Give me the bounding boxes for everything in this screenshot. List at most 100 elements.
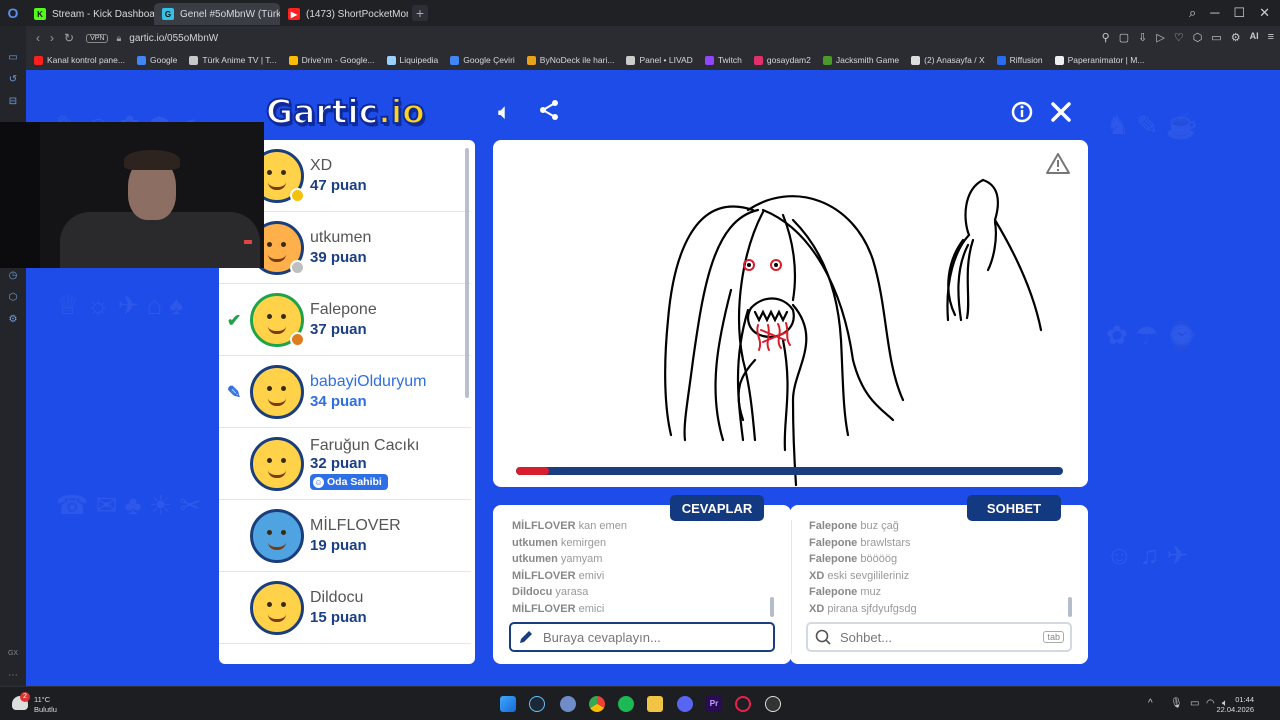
weather-widget[interactable]: 11°C Bulutlu bbox=[34, 695, 57, 715]
bookmark-item[interactable]: Google bbox=[136, 55, 177, 65]
speaker-icon[interactable]: 🔈︎ bbox=[498, 99, 511, 125]
bag-icon[interactable]: ⊟ bbox=[7, 96, 19, 108]
bookmark-item[interactable]: Google Çeviri bbox=[450, 55, 515, 65]
wallet-icon[interactable]: ▭ bbox=[1211, 31, 1221, 44]
url-field[interactable]: gartic.io/055oMbnW bbox=[129, 33, 218, 44]
extensions-icon[interactable]: ⬡ bbox=[1193, 31, 1203, 44]
drawing-canvas[interactable] bbox=[493, 140, 1088, 487]
tab-kick[interactable]: K Stream - Kick Dashboard bbox=[26, 3, 154, 25]
bookmark-item[interactable]: Drive'ım - Google... bbox=[288, 55, 375, 65]
bookmark-item[interactable]: Twitch bbox=[704, 55, 742, 65]
chat-input[interactable]: Sohbet... tab bbox=[806, 622, 1072, 652]
screen: O K Stream - Kick Dashboard G Genel #5oM… bbox=[0, 0, 1280, 720]
bookmark-item[interactable]: Liquipedia bbox=[386, 55, 438, 65]
chrome-icon[interactable] bbox=[589, 696, 605, 712]
avatar-eyes bbox=[267, 602, 272, 607]
vpn-badge[interactable]: VPN bbox=[86, 33, 109, 43]
clock-icon[interactable]: ◷ bbox=[7, 270, 19, 282]
menu-icon[interactable]: ≡ bbox=[1268, 31, 1274, 44]
message-text: buz çağ bbox=[860, 520, 899, 532]
avatar bbox=[250, 365, 304, 419]
window-controls: ⌕ ─ ☐ ✕ bbox=[1189, 5, 1270, 21]
avatar-mouth bbox=[268, 326, 286, 334]
room-owner-label: Oda Sahibi bbox=[327, 476, 382, 488]
history-icon[interactable]: ↺ bbox=[7, 74, 19, 86]
chat-title: SOHBET bbox=[967, 495, 1061, 521]
tab-youtube[interactable]: ▶ (1473) ShortPocketMonste bbox=[280, 3, 408, 25]
spotify-icon[interactable] bbox=[618, 696, 634, 712]
maximize-icon[interactable]: ☐ bbox=[1233, 5, 1245, 21]
answers-scrollbar[interactable] bbox=[770, 597, 774, 617]
obs-icon[interactable] bbox=[765, 696, 781, 712]
player-row[interactable]: Dildocu 15 puan bbox=[219, 572, 471, 644]
player-row[interactable]: ✔ Falepone 37 puan bbox=[219, 284, 471, 356]
aria-ai-icon[interactable]: AI bbox=[1250, 31, 1259, 44]
bookmark-item[interactable]: Kanal kontrol pane... bbox=[34, 55, 125, 65]
clock[interactable]: 01:44 22.04.2026 bbox=[1216, 695, 1254, 715]
settings-icon[interactable]: ⚙ bbox=[7, 314, 19, 326]
avatar-eyes bbox=[267, 242, 272, 247]
avatar-mouth bbox=[268, 254, 286, 262]
chat-scrollbar[interactable] bbox=[1068, 597, 1072, 617]
heart-icon[interactable]: ♡ bbox=[1174, 31, 1184, 44]
workspace-icon[interactable]: ▭ bbox=[7, 52, 19, 64]
window-close-icon[interactable]: ✕ bbox=[1259, 5, 1270, 21]
report-icon[interactable] bbox=[1046, 153, 1070, 174]
clock-date: 22.04.2026 bbox=[1216, 705, 1254, 714]
bookmark-item[interactable]: ByNoDeck ile hari... bbox=[526, 55, 614, 65]
bookmark-favicon-icon bbox=[911, 55, 921, 65]
reload-icon[interactable]: ↻ bbox=[64, 31, 74, 45]
bookmark-item[interactable]: Panel • LIVAD bbox=[626, 55, 693, 65]
forward-icon[interactable]: › bbox=[50, 31, 54, 45]
bookmarks-bar: Kanal kontrol pane... Google Türk Anime TV… bbox=[26, 50, 1280, 70]
more-icon[interactable]: ⋯ bbox=[7, 670, 19, 682]
bookmark-item[interactable]: gosaydam2 bbox=[753, 55, 811, 65]
search-tabs-icon[interactable]: ⌕ bbox=[1189, 5, 1196, 21]
bookmark-item[interactable]: Riffusion bbox=[996, 55, 1043, 65]
background-pattern-icon: ♕ ☼ ✈ ⌂ ♠ bbox=[56, 290, 184, 320]
close-icon[interactable] bbox=[1050, 101, 1072, 129]
opera-gx-icon[interactable] bbox=[735, 696, 751, 712]
player-row[interactable]: MİLFLOVER 19 puan bbox=[219, 500, 471, 572]
bookmark-item[interactable]: Paperanimator | M... bbox=[1054, 55, 1144, 65]
monitor-icon[interactable]: ▭ bbox=[1190, 698, 1199, 709]
easy-setup-icon[interactable]: ⚙ bbox=[1231, 31, 1241, 44]
player-score: 32 puan bbox=[310, 455, 367, 472]
discord-icon[interactable] bbox=[677, 696, 693, 712]
pin-icon[interactable]: ⚲ bbox=[1102, 31, 1110, 44]
player-row[interactable]: Faruğun Cacıkı 32 puan ☺ Oda Sahibi bbox=[219, 428, 471, 500]
rank-medal-icon bbox=[290, 332, 305, 347]
new-tab-button[interactable]: + bbox=[412, 5, 428, 21]
player-list-scrollbar[interactable] bbox=[465, 148, 469, 398]
answer-input[interactable]: Buraya cevaplayın... bbox=[509, 622, 775, 652]
tab-gartic[interactable]: G Genel #5oMbnW (Türkçe) bbox=[154, 3, 280, 25]
snapshot-icon[interactable]: ▢ bbox=[1119, 31, 1129, 44]
share-icon[interactable] bbox=[538, 99, 560, 127]
message-text: emici bbox=[578, 603, 605, 615]
microphone-icon[interactable]: 🎙︎ bbox=[1170, 698, 1183, 709]
gx-icon[interactable]: GX bbox=[7, 648, 19, 660]
wifi-icon[interactable]: ◠ bbox=[1206, 698, 1215, 709]
bookmark-item[interactable]: Türk Anime TV | T... bbox=[189, 55, 277, 65]
extensions-sidebar-icon[interactable]: ⬡ bbox=[7, 292, 19, 304]
file-explorer-icon[interactable] bbox=[647, 696, 663, 712]
opera-logo-icon[interactable]: O bbox=[0, 0, 26, 26]
player-score: 15 puan bbox=[310, 609, 367, 626]
app-icon[interactable] bbox=[560, 696, 576, 712]
minimize-icon[interactable]: ─ bbox=[1210, 5, 1219, 21]
windows-start-icon[interactable] bbox=[500, 696, 516, 712]
steam-icon[interactable] bbox=[529, 696, 545, 712]
tray-chevron-icon[interactable]: ^ bbox=[1148, 698, 1153, 709]
background-pattern-icon: ♞ ✎ ☕ bbox=[1106, 110, 1198, 140]
download-icon[interactable]: ⇩ bbox=[1138, 31, 1147, 44]
premiere-icon[interactable]: Pr bbox=[706, 696, 722, 712]
player-row[interactable]: ✎ babayiOlduryum 34 puan bbox=[219, 356, 471, 428]
drawing bbox=[664, 153, 1070, 487]
player-icon[interactable]: ▷ bbox=[1156, 31, 1164, 44]
bookmark-item[interactable]: Jacksmith Game bbox=[822, 55, 900, 65]
bookmark-label: Jacksmith Game bbox=[835, 55, 900, 65]
bookmark-item[interactable]: (2) Anasayfa / X bbox=[911, 55, 985, 65]
back-icon[interactable]: ‹ bbox=[36, 31, 40, 45]
player-name: Falepone bbox=[310, 301, 377, 318]
info-icon[interactable] bbox=[1011, 101, 1033, 129]
